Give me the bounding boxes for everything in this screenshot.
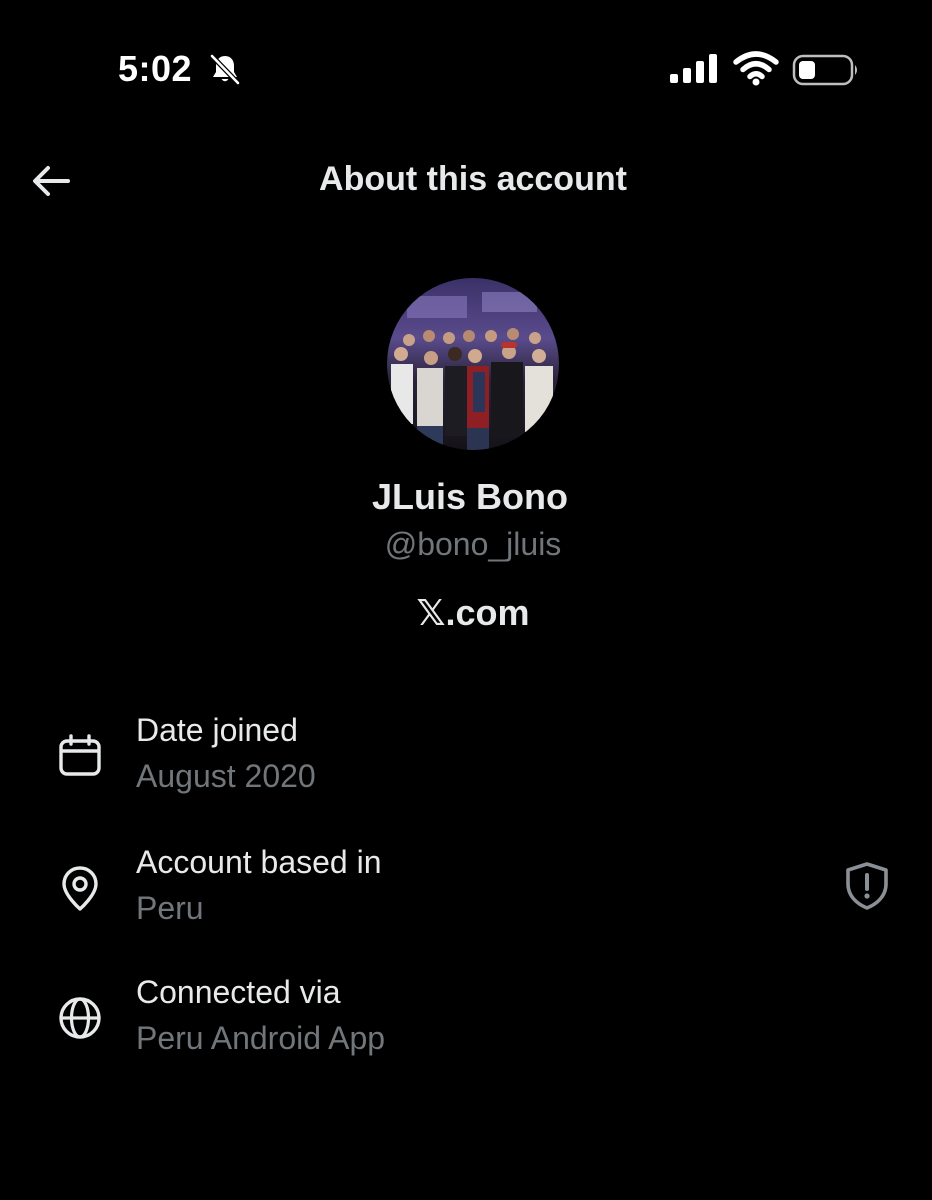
avatar-image xyxy=(387,278,559,450)
account-based-in-value: Peru xyxy=(136,890,204,926)
cellular-signal-icon xyxy=(670,54,717,83)
info-row-connected-via: Connected via Peru Android App xyxy=(0,970,932,1070)
battery-icon xyxy=(792,54,857,86)
status-bar: 5:02 xyxy=(0,0,932,140)
shield-alert-icon xyxy=(846,862,888,910)
wifi-icon xyxy=(733,51,779,86)
location-info-button[interactable] xyxy=(842,860,892,912)
calendar-icon xyxy=(59,734,101,776)
date-joined-value: August 2020 xyxy=(136,758,316,794)
site-label: 𝕏.com xyxy=(416,592,530,633)
status-time: 5:02 xyxy=(118,48,193,89)
connected-via-value: Peru Android App xyxy=(136,1020,386,1056)
avatar[interactable] xyxy=(387,278,559,450)
location-pin-icon xyxy=(62,866,98,911)
page-title: About this account xyxy=(319,160,627,198)
info-row-account-based-in: Account based in Peru xyxy=(0,840,932,940)
display-name: JLuis Bono xyxy=(372,476,568,517)
info-row-date-joined: Date joined August 2020 xyxy=(0,708,932,808)
date-joined-label: Date joined xyxy=(136,712,298,748)
account-based-in-label: Account based in xyxy=(136,844,382,880)
bell-slash-icon xyxy=(210,54,240,85)
globe-icon xyxy=(59,997,101,1039)
username-handle: @bono_jluis xyxy=(384,526,562,562)
connected-via-label: Connected via xyxy=(136,974,341,1010)
